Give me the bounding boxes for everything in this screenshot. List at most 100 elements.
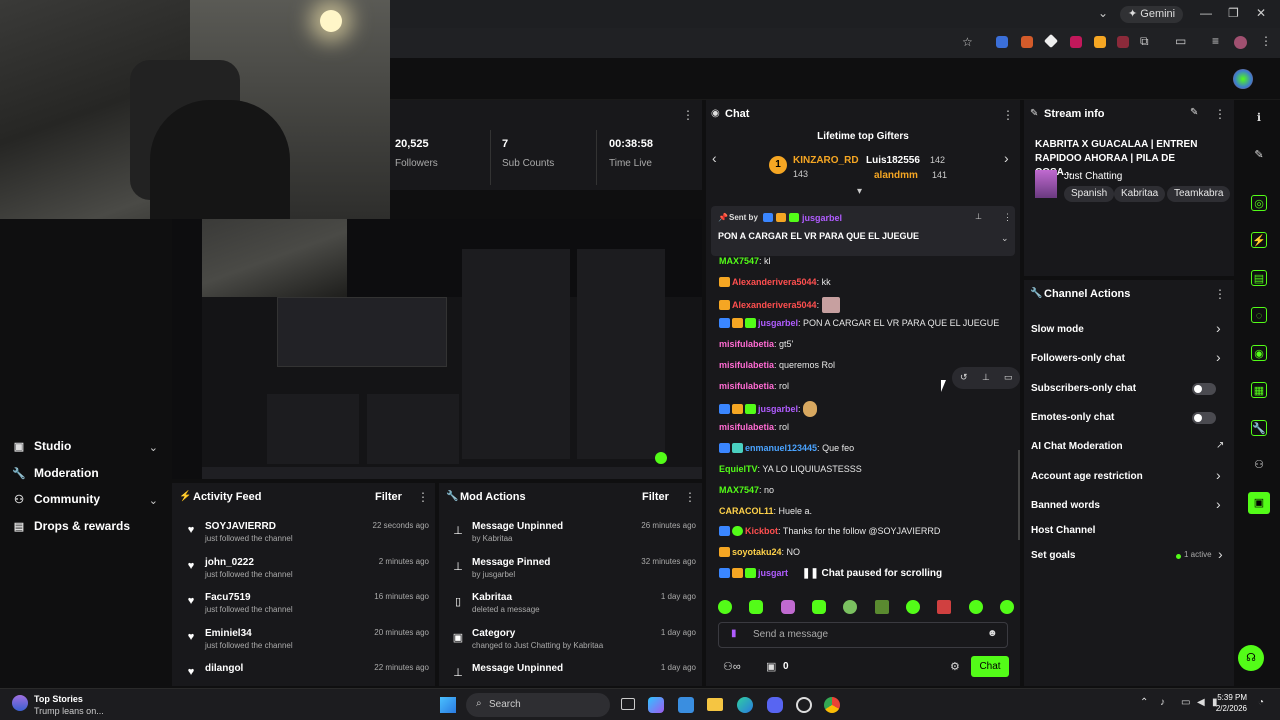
chat-icon[interactable]: ◌ bbox=[1251, 307, 1267, 323]
microphone-tray-icon[interactable]: ♪ bbox=[1160, 697, 1165, 708]
chat-username[interactable]: jusgarbel bbox=[758, 404, 798, 414]
sidebar-item-drops[interactable]: ▤ Drops & rewards bbox=[12, 519, 130, 533]
ai-moderation-action[interactable]: AI Chat Moderation bbox=[1031, 441, 1123, 452]
emote-icon[interactable] bbox=[749, 600, 764, 614]
sidebar-item-moderation[interactable]: 🔧 Moderation bbox=[12, 466, 99, 480]
stream-preview[interactable] bbox=[172, 219, 702, 479]
chat-paused-banner[interactable]: ❚❚ Chat paused for scrolling bbox=[798, 566, 947, 582]
subscribers-only-toggle[interactable] bbox=[1192, 383, 1216, 395]
pinned-menu-icon[interactable]: ⋮ bbox=[1003, 212, 1012, 223]
gifters-next-icon[interactable]: › bbox=[1004, 150, 1009, 166]
chat-username[interactable]: MAX7547 bbox=[719, 485, 759, 495]
chat-message[interactable]: misifulabetia: queremos Rol bbox=[719, 360, 835, 370]
bolt-icon[interactable]: ⚡ bbox=[1251, 232, 1267, 248]
chat-message[interactable]: EquielTV: YA LO LIQUIUASTESSS bbox=[719, 464, 862, 474]
sidebar-item-community[interactable]: ⚇ Community bbox=[12, 492, 100, 506]
record-icon[interactable]: ◎ bbox=[1251, 195, 1267, 211]
emote-icon[interactable] bbox=[905, 600, 920, 614]
chat-username[interactable]: Alexanderivera5044 bbox=[732, 277, 817, 287]
chat-message[interactable]: MAX7547: kl bbox=[719, 256, 771, 266]
activity-menu-icon[interactable]: ⋮ bbox=[417, 490, 429, 504]
discord-icon[interactable] bbox=[767, 697, 783, 713]
chat-scrollbar[interactable] bbox=[1018, 450, 1020, 540]
activity-user[interactable]: SOYJAVIERRD bbox=[205, 521, 276, 532]
stream-tag[interactable]: Spanish bbox=[1064, 186, 1115, 202]
emote-icon[interactable] bbox=[937, 600, 952, 614]
chat-username[interactable]: misifulabetia bbox=[719, 360, 774, 370]
gifters-prev-icon[interactable]: ‹ bbox=[712, 150, 717, 166]
chevron-right-icon[interactable]: › bbox=[1216, 320, 1221, 336]
volume-icon[interactable]: ◀ bbox=[1197, 697, 1205, 708]
chat-username[interactable]: Alexanderivera5044 bbox=[732, 300, 817, 310]
chat-username[interactable]: jusgarbel bbox=[758, 318, 798, 328]
stream-tag[interactable]: Teamkabra bbox=[1167, 186, 1231, 202]
external-link-icon[interactable]: ↗ bbox=[1216, 440, 1224, 451]
chat-username[interactable]: misifulabetia bbox=[719, 422, 774, 432]
minimize-icon[interactable]: — bbox=[1200, 6, 1212, 20]
slow-mode-action[interactable]: Slow mode bbox=[1031, 324, 1084, 335]
gemini-button[interactable]: ✦ Gemini bbox=[1120, 6, 1184, 23]
user-avatar[interactable] bbox=[1233, 69, 1253, 89]
bookmark-star-icon[interactable]: ☆ bbox=[962, 35, 973, 49]
emote-icon[interactable] bbox=[780, 600, 795, 614]
reading-list-icon[interactable]: ≡ bbox=[1212, 34, 1219, 48]
emote-icon[interactable] bbox=[968, 600, 983, 614]
tray-chevron-icon[interactable]: ⌃ bbox=[1140, 697, 1148, 708]
outlook-icon[interactable] bbox=[678, 697, 694, 713]
document-icon[interactable]: ▤ bbox=[1251, 270, 1267, 286]
taskbar-search-box[interactable]: ⌕ Search bbox=[466, 693, 610, 717]
category-label[interactable]: Just Chatting bbox=[1064, 171, 1122, 182]
chat-message[interactable]: jusgarbel: bbox=[719, 401, 819, 417]
edge-icon[interactable] bbox=[737, 697, 753, 713]
emote-icon[interactable] bbox=[718, 600, 732, 614]
task-view-icon[interactable] bbox=[621, 698, 635, 710]
profile-avatar[interactable] bbox=[1234, 36, 1247, 49]
chat-username[interactable]: enmanuel123445 bbox=[745, 443, 817, 453]
app-thumbnail-icon[interactable]: ▣ bbox=[1248, 492, 1270, 514]
chevron-right-icon[interactable]: › bbox=[1216, 496, 1221, 512]
collapse-icon[interactable]: ▾ bbox=[857, 186, 862, 197]
reply-icon[interactable]: ↺ bbox=[960, 372, 968, 383]
extension-icon[interactable] bbox=[1094, 36, 1106, 48]
stats-menu-icon[interactable]: ⋮ bbox=[682, 108, 694, 122]
puzzle-icon[interactable]: ⧉ bbox=[1140, 34, 1149, 49]
chat-message[interactable]: Alexanderivera5044: bbox=[719, 297, 842, 313]
restore-icon[interactable]: ❐ bbox=[1228, 6, 1239, 20]
chat-input-box[interactable]: ▮ Send a message ☻ bbox=[718, 622, 1008, 648]
followers-only-icon[interactable]: ⚇∞ bbox=[723, 660, 741, 673]
chevron-down-icon[interactable]: ⌄ bbox=[149, 441, 158, 454]
stream-info-menu-icon[interactable]: ⋮ bbox=[1214, 107, 1226, 121]
network-icon[interactable]: ▭ bbox=[1181, 697, 1190, 708]
emote-icon[interactable] bbox=[874, 600, 889, 614]
chat-username[interactable]: misifulabetia bbox=[719, 339, 774, 349]
close-window-icon[interactable]: ✕ bbox=[1256, 6, 1266, 20]
browser-menu-icon[interactable]: ⋮ bbox=[1260, 34, 1272, 48]
broadcast-icon[interactable]: ◉ bbox=[1251, 345, 1267, 361]
chat-message[interactable]: misifulabetia: gt5' bbox=[719, 339, 793, 349]
chat-message[interactable]: jusgarbel: PON A CARGAR EL VR PARA QUE E… bbox=[719, 318, 999, 328]
chat-menu-icon[interactable]: ⋮ bbox=[1002, 108, 1014, 122]
chat-username[interactable]: MAX7547 bbox=[719, 256, 759, 266]
send-chat-button[interactable]: Chat bbox=[971, 656, 1009, 677]
chat-username[interactable]: soyotaku24 bbox=[732, 547, 782, 557]
support-headset-icon[interactable]: ☊ bbox=[1238, 645, 1264, 671]
gifter-name[interactable]: KINZARO_RD bbox=[793, 155, 859, 166]
notifications-icon[interactable]: ◔ bbox=[1258, 697, 1264, 708]
emote-icon[interactable] bbox=[843, 600, 858, 614]
chat-message[interactable]: jusgart bbox=[719, 568, 788, 578]
sidebar-item-studio[interactable]: ▣ Studio bbox=[12, 439, 72, 453]
set-goals-action[interactable]: Set goals bbox=[1031, 550, 1075, 561]
microphone-icon[interactable]: ▮ bbox=[731, 628, 737, 639]
activity-filter-button[interactable]: Filter bbox=[375, 491, 402, 503]
pin-icon[interactable]: ⊥ bbox=[982, 372, 990, 383]
chrome-icon[interactable] bbox=[824, 697, 840, 713]
obs-icon[interactable] bbox=[796, 697, 812, 713]
edit-icon[interactable]: ✎ bbox=[1251, 147, 1267, 163]
clock-time[interactable]: 5:39 PM bbox=[1207, 693, 1247, 702]
host-channel-action[interactable]: Host Channel bbox=[1031, 525, 1095, 536]
news-subtitle[interactable]: Trump leans on... bbox=[34, 706, 104, 716]
community-icon[interactable]: ⚇ bbox=[1251, 457, 1267, 473]
chevron-down-icon[interactable]: ⌄ bbox=[149, 494, 158, 507]
activity-user[interactable]: Facu7519 bbox=[205, 592, 251, 603]
news-widget-icon[interactable] bbox=[12, 695, 28, 711]
